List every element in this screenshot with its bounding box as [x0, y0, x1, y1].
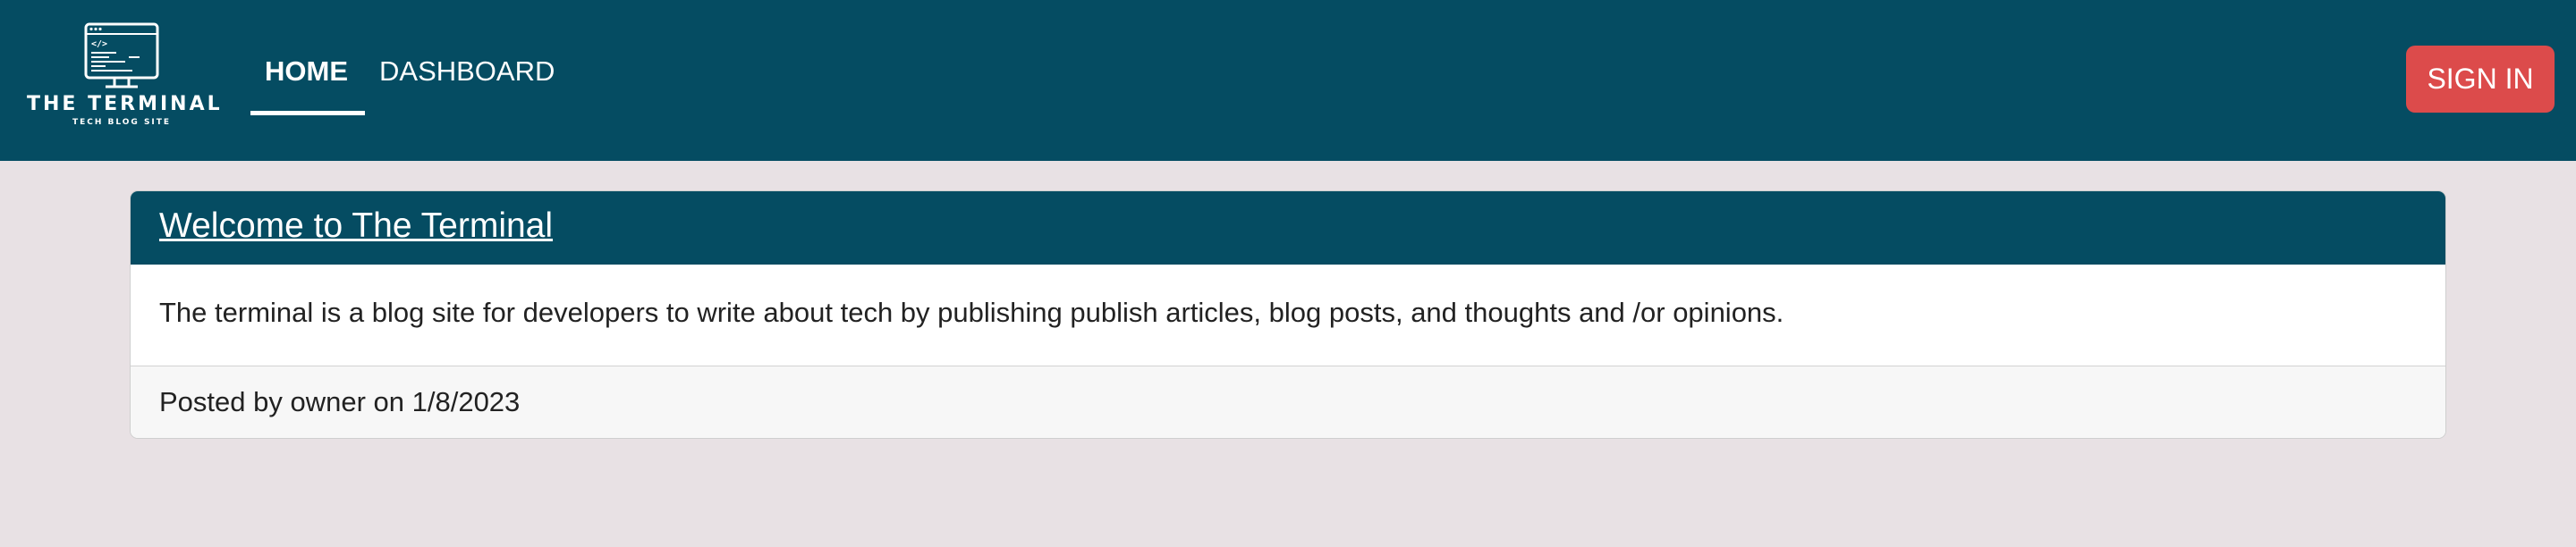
site-logo[interactable]: </> THE TERMINAL TECH BLOG SITE: [27, 18, 223, 134]
post-card-footer: Posted by owner on 1/8/2023: [131, 366, 2445, 438]
sign-in-button[interactable]: SIGN IN: [2406, 46, 2555, 113]
navbar: </> THE TERMINAL TECH BLOG SITE HOME DAS…: [0, 0, 2576, 161]
svg-text:</>: </>: [91, 39, 107, 49]
logo-subtitle: TECH BLOG SITE: [72, 118, 172, 127]
logo-title: THE TERMINAL: [27, 93, 223, 115]
post-meta: Posted by owner on 1/8/2023: [159, 386, 521, 417]
post-card: Welcome to The Terminal The terminal is …: [130, 190, 2446, 439]
post-card-header: Welcome to The Terminal: [131, 191, 2445, 265]
post-title-link[interactable]: Welcome to The Terminal: [159, 206, 553, 246]
post-body: The terminal is a blog site for develope…: [159, 297, 1784, 328]
nav-link-home[interactable]: HOME: [265, 55, 348, 88]
active-nav-indicator: [250, 111, 365, 115]
computer-monitor-code-icon: </>: [84, 22, 159, 88]
nav-link-dashboard[interactable]: DASHBOARD: [379, 55, 555, 88]
